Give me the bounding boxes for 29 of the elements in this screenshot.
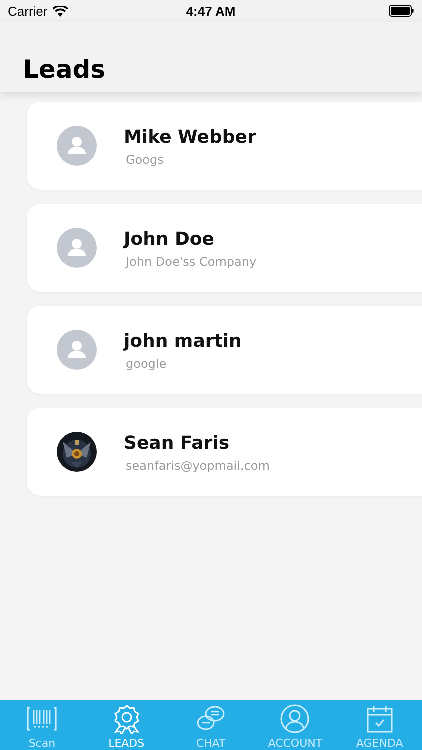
avatar-placeholder-icon [57,126,97,166]
avatar-placeholder-icon [57,330,97,370]
lead-subtitle: John Doe'ss Company [126,255,257,269]
calendar-icon [364,704,395,734]
lead-subtitle: Googs [126,153,165,167]
tab-button[interactable]: Scan [0,700,84,750]
barcode-scanner-icon [27,704,58,734]
clock-time: 4:47 AM [186,4,236,18]
tab-button[interactable]: CHAT [168,700,254,750]
battery-icon [389,5,414,17]
page-title: Leads [23,55,106,84]
person-circle-icon [280,704,310,734]
lead-name: john martin [124,331,242,352]
avatar-placeholder-icon [57,228,97,268]
carrier-name: Carrier [8,4,48,18]
award-badge-icon [112,704,142,734]
lead-card[interactable]: Mike Webber Googs [27,102,422,190]
lead-card[interactable]: John Doe John Doe'ss Company [27,204,422,292]
tab-button[interactable]: LEADS [84,700,169,750]
tab-button[interactable]: ACCOUNT [253,700,338,750]
lead-subtitle: google [126,357,168,371]
lead-name: Sean Faris [124,433,231,454]
wifi-icon [52,6,68,16]
lead-card[interactable]: Sean Faris seanfaris@yopmail.com [27,408,422,496]
tab-button[interactable]: AGENDA [338,700,422,750]
lead-name: Mike Webber [124,127,256,148]
lead-subtitle: seanfaris@yopmail.com [126,459,270,473]
lead-card[interactable]: john martin google [27,306,422,394]
lead-name: John Doe [124,229,216,250]
